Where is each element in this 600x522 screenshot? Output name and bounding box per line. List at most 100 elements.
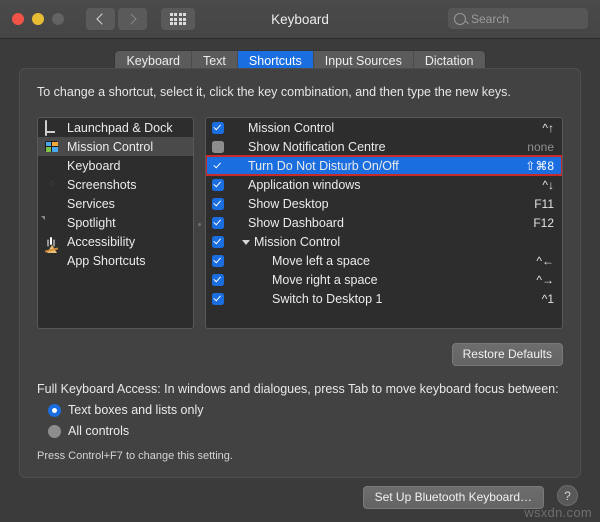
watermark: wsxdn.com	[524, 505, 592, 520]
table-row[interactable]: Application windows ^↓	[206, 175, 562, 194]
app-shortcuts-icon	[45, 254, 60, 267]
keyboard-icon	[45, 159, 60, 172]
shortcut-key[interactable]: ^→	[536, 273, 554, 287]
radio-button[interactable]	[48, 424, 61, 438]
services-gear-icon	[45, 197, 60, 210]
sidebar-item-launchpad-dock[interactable]: Launchpad & Dock	[38, 118, 193, 137]
restore-defaults-button[interactable]: Restore Defaults	[451, 343, 563, 366]
shortcut-key[interactable]: ^1	[542, 292, 554, 306]
shortcut-key[interactable]: F11	[534, 197, 554, 211]
keyboard-preferences-window: Keyboard Search Keyboard Text Shortcuts …	[0, 0, 600, 522]
radio-label: All controls	[68, 424, 130, 438]
sidebar-item-app-shortcuts[interactable]: App Shortcuts	[38, 251, 193, 270]
back-button[interactable]	[86, 8, 115, 30]
sidebar-item-label: Keyboard	[67, 158, 121, 173]
shortcut-name: Turn Do Not Disturb On/Off	[248, 158, 399, 173]
spotlight-icon	[45, 216, 60, 229]
search-field[interactable]: Search	[448, 8, 588, 29]
sidebar-item-screenshots[interactable]: Screenshots	[38, 175, 193, 194]
search-placeholder: Search	[471, 11, 510, 26]
radio-option-all-controls[interactable]: All controls	[48, 424, 563, 438]
show-all-button[interactable]	[161, 8, 195, 30]
sidebar-item-label: App Shortcuts	[67, 253, 146, 268]
shortcut-name: Move left a space	[272, 253, 370, 268]
shortcut-name: Move right a space	[272, 272, 378, 287]
sidebar-item-mission-control[interactable]: Mission Control	[38, 137, 193, 156]
row-checkbox[interactable]	[212, 140, 224, 153]
sidebar-item-label: Mission Control	[67, 139, 154, 154]
shortcut-key[interactable]: none	[527, 140, 554, 154]
shortcut-name: Mission Control	[248, 120, 335, 135]
table-row[interactable]: Mission Control ^↑	[206, 118, 562, 137]
row-checkbox[interactable]	[212, 121, 224, 134]
shortcut-key[interactable]: ^↓	[542, 178, 554, 192]
launchpad-icon	[45, 120, 60, 136]
row-checkbox[interactable]	[212, 216, 224, 229]
shortcut-lists-area: Launchpad & Dock Mission Control Keyboar…	[37, 117, 563, 329]
table-row-selected[interactable]: Turn Do Not Disturb On/Off ⇧⌘8	[206, 155, 562, 176]
full-keyboard-access-title: Full Keyboard Access: In windows and dia…	[37, 382, 559, 396]
group-label-wrap: Mission Control	[242, 235, 340, 249]
table-row-group[interactable]: Mission Control	[206, 232, 562, 251]
instruction-text: To change a shortcut, select it, click t…	[37, 85, 511, 99]
shortcut-key[interactable]: F12	[533, 216, 554, 230]
help-button[interactable]: ?	[557, 485, 578, 506]
list-splitter-handle[interactable]	[194, 117, 205, 329]
full-keyboard-access-section: Full Keyboard Access: In windows and dia…	[37, 382, 563, 462]
shortcut-list[interactable]: Mission Control ^↑ Show Notification Cen…	[205, 117, 563, 329]
chevron-right-icon	[125, 13, 137, 25]
search-icon	[454, 12, 466, 25]
table-row[interactable]: Show Dashboard F12	[206, 213, 562, 232]
row-checkbox[interactable]	[212, 292, 224, 305]
zoom-button	[52, 13, 64, 25]
category-list[interactable]: Launchpad & Dock Mission Control Keyboar…	[37, 117, 194, 329]
traffic-light-group	[12, 13, 64, 25]
window-titlebar: Keyboard Search	[0, 0, 600, 39]
disclosure-triangle-icon[interactable]	[242, 239, 250, 245]
full-keyboard-access-note: Press Control+F7 to change this setting.	[37, 450, 233, 462]
bottom-bar: Set Up Bluetooth Keyboard… ? wsxdn.com	[0, 478, 600, 522]
row-checkbox[interactable]	[212, 178, 224, 191]
row-checkbox[interactable]	[212, 197, 224, 210]
sidebar-item-label: Accessibility	[67, 234, 136, 249]
shortcut-key[interactable]: ^↑	[542, 121, 554, 135]
shortcut-key[interactable]: ⇧⌘8	[525, 159, 554, 173]
sidebar-item-label: Launchpad & Dock	[67, 120, 173, 135]
table-row[interactable]: Move left a space ^←	[206, 251, 562, 270]
grid-icon	[169, 12, 187, 26]
radio-option-text-boxes[interactable]: Text boxes and lists only	[48, 403, 563, 417]
shortcut-name: Switch to Desktop 1	[272, 291, 383, 306]
sidebar-item-label: Services	[67, 196, 115, 211]
shortcut-group-name: Mission Control	[254, 234, 341, 249]
table-row[interactable]: Switch to Desktop 1 ^1	[206, 289, 562, 308]
forward-button	[118, 8, 147, 30]
sidebar-item-services[interactable]: Services	[38, 194, 193, 213]
shortcuts-panel: To change a shortcut, select it, click t…	[19, 68, 581, 478]
screenshots-icon	[45, 178, 60, 191]
shortcut-name: Application windows	[248, 177, 361, 192]
table-row[interactable]: Show Desktop F11	[206, 194, 562, 213]
row-checkbox[interactable]	[212, 254, 224, 267]
row-checkbox[interactable]	[212, 159, 224, 172]
radio-label: Text boxes and lists only	[68, 403, 204, 417]
sidebar-item-label: Screenshots	[67, 177, 137, 192]
navigation-buttons	[86, 8, 147, 30]
minimize-button[interactable]	[32, 13, 44, 25]
sidebar-item-label: Spotlight	[67, 215, 116, 230]
row-checkbox[interactable]	[212, 273, 224, 286]
set-up-bluetooth-keyboard-button[interactable]: Set Up Bluetooth Keyboard…	[362, 486, 544, 509]
shortcut-name: Show Dashboard	[248, 215, 344, 230]
mission-control-icon	[45, 140, 60, 153]
shortcut-name: Show Notification Centre	[248, 139, 386, 154]
close-button[interactable]	[12, 13, 24, 25]
sidebar-item-spotlight[interactable]: Spotlight	[38, 213, 193, 232]
radio-button[interactable]	[48, 403, 61, 417]
table-row[interactable]: Show Notification Centre none	[206, 137, 562, 156]
row-checkbox[interactable]	[212, 235, 224, 248]
shortcut-name: Show Desktop	[248, 196, 329, 211]
sidebar-item-accessibility[interactable]: Accessibility	[38, 232, 193, 251]
sidebar-item-keyboard[interactable]: Keyboard	[38, 156, 193, 175]
chevron-left-icon	[96, 13, 108, 25]
table-row[interactable]: Move right a space ^→	[206, 270, 562, 289]
shortcut-key[interactable]: ^←	[536, 254, 554, 268]
